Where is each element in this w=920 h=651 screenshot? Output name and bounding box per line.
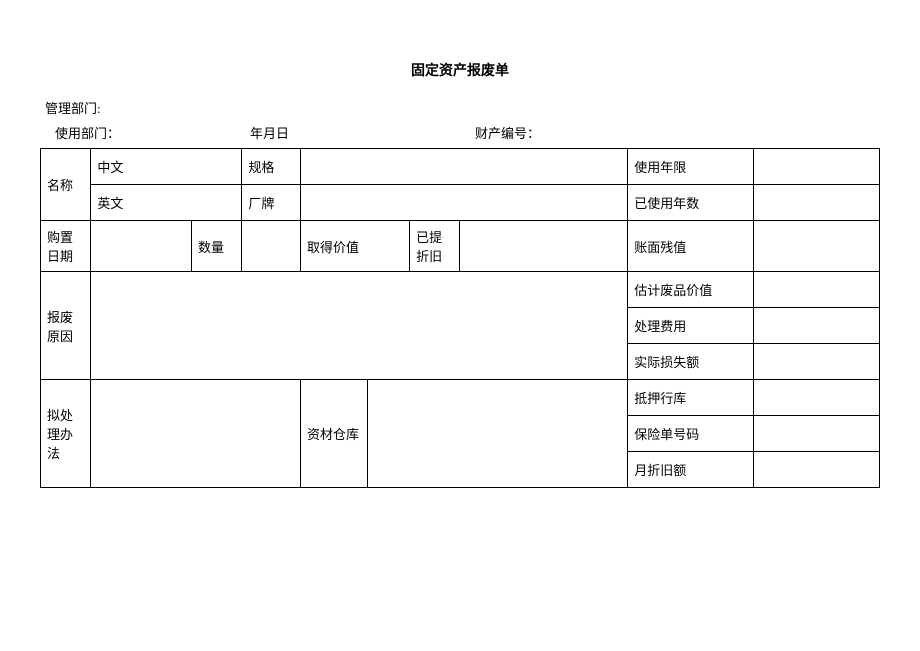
cell-spec-value xyxy=(301,149,628,185)
cell-mortgage-bank-value xyxy=(754,380,880,416)
header-line-1: 管理部门: xyxy=(40,98,880,117)
cell-english: 英文 xyxy=(91,185,242,221)
cell-brand: 厂牌 xyxy=(242,185,301,221)
cell-monthly-dep: 月折旧额 xyxy=(628,452,754,488)
cell-accum-dep-value xyxy=(460,221,628,272)
cell-scrap-reason: 报废原因 xyxy=(41,272,91,380)
cell-quantity: 数量 xyxy=(191,221,241,272)
cell-chinese: 中文 xyxy=(91,149,242,185)
cell-monthly-dep-value xyxy=(754,452,880,488)
use-dept-label: 使用部门： xyxy=(55,123,250,142)
cell-brand-value xyxy=(301,185,628,221)
cell-book-residual-value xyxy=(754,221,880,272)
header-line-2: 使用部门： 年月日 财产编号： xyxy=(40,123,880,142)
mgmt-dept-label: 管理部门: xyxy=(45,98,101,117)
form-title: 固定资产报废单 xyxy=(40,60,880,80)
cell-material-warehouse-value xyxy=(368,380,628,488)
cell-actual-loss: 实际损失额 xyxy=(628,344,754,380)
cell-accum-dep: 已提折旧 xyxy=(410,221,460,272)
cell-insurance-no: 保险单号码 xyxy=(628,416,754,452)
cell-purchase-date: 购置日期 xyxy=(41,221,91,272)
cell-disposal-method-value xyxy=(91,380,301,488)
cell-used-years-value xyxy=(754,185,880,221)
cell-used-years: 已使用年数 xyxy=(628,185,754,221)
cell-insurance-no-value xyxy=(754,416,880,452)
date-label: 年月日 xyxy=(250,123,475,142)
cell-disposal-fee: 处理费用 xyxy=(628,308,754,344)
cell-est-scrap-value: 估计废品价值 xyxy=(628,272,754,308)
main-table: 名称 中文 规格 使用年限 英文 厂牌 已使用年数 购置日期 数量 取得价值 已… xyxy=(40,148,880,488)
cell-disposal-fee-value xyxy=(754,308,880,344)
cell-mortgage-bank: 抵押行库 xyxy=(628,380,754,416)
cell-name: 名称 xyxy=(41,149,91,221)
cell-actual-loss-value xyxy=(754,344,880,380)
cell-useful-life-value xyxy=(754,149,880,185)
cell-disposal-method: 拟处理办法 xyxy=(41,380,91,488)
cell-quantity-value xyxy=(242,221,301,272)
cell-acquire-value: 取得价值 xyxy=(301,221,410,272)
cell-book-residual: 账面残值 xyxy=(628,221,754,272)
cell-est-scrap-value-value xyxy=(754,272,880,308)
cell-material-warehouse: 资材仓库 xyxy=(301,380,368,488)
cell-scrap-reason-value xyxy=(91,272,628,380)
cell-purchase-date-value xyxy=(91,221,192,272)
cell-spec: 规格 xyxy=(242,149,301,185)
cell-useful-life: 使用年限 xyxy=(628,149,754,185)
asset-no-label: 财产编号： xyxy=(475,123,540,142)
